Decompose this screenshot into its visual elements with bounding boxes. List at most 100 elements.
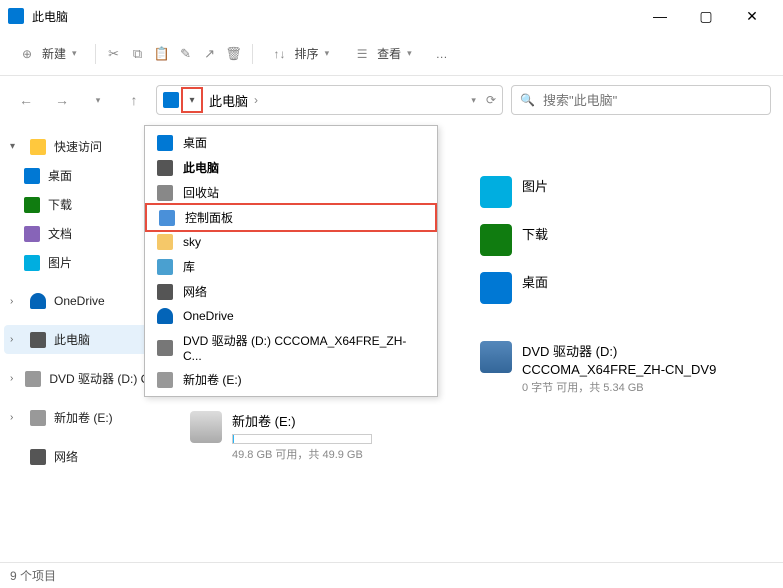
dropdown-item[interactable]: sky: [145, 230, 437, 254]
copy-icon[interactable]: ⧉: [128, 45, 148, 63]
dropdown-item[interactable]: 控制面板: [145, 203, 437, 232]
cut-icon[interactable]: ✂: [104, 45, 124, 63]
sidebar-label: 新加卷 (E:): [54, 409, 113, 426]
chevron-down-icon: ▾: [325, 48, 330, 59]
item-title: 图片: [522, 176, 548, 195]
cloud-icon: [30, 293, 46, 309]
search-box[interactable]: 🔍: [511, 85, 771, 115]
address-segment[interactable]: 此电脑: [209, 91, 248, 110]
sidebar-item-dvd[interactable]: › DVD 驱动器 (D:) CC: [4, 364, 166, 393]
dropdown-label: 新加卷 (E:): [183, 371, 242, 388]
dropdown-label: DVD 驱动器 (D:) CCCOMA_X64FRE_ZH-C...: [183, 332, 425, 363]
dropdown-item[interactable]: DVD 驱动器 (D:) CCCOMA_X64FRE_ZH-C...: [145, 328, 437, 367]
separator: [95, 44, 96, 64]
sidebar-label: 网络: [54, 448, 78, 465]
usage-bar: [232, 434, 372, 444]
back-button[interactable]: ←: [12, 86, 40, 114]
view-button[interactable]: ☰ 查看 ▾: [343, 39, 422, 69]
dropdown-item[interactable]: 网络: [145, 279, 437, 304]
forward-button[interactable]: →: [48, 86, 76, 114]
dropdown-label: sky: [183, 235, 201, 249]
monitor-icon: [157, 160, 173, 176]
chevron-right-icon: ›: [10, 412, 22, 423]
location-icon: [163, 92, 179, 108]
monitor-icon: [30, 332, 46, 348]
dropdown-label: 此电脑: [183, 159, 219, 176]
share-icon[interactable]: ↗: [200, 45, 220, 63]
item-title: 新加卷 (E:): [232, 411, 372, 430]
chevron-down-icon: ▾: [407, 48, 412, 59]
view-label: 查看: [377, 45, 401, 62]
folder-item-downloads[interactable]: 下载: [476, 220, 746, 260]
sidebar-item-new-volume[interactable]: › 新加卷 (E:): [4, 403, 166, 432]
disk-icon: [157, 372, 173, 388]
maximize-button[interactable]: ▢: [683, 0, 729, 32]
recent-dropdown[interactable]: ▾: [84, 86, 112, 114]
sort-icon: ↑↓: [271, 45, 289, 63]
address-dropdown-menu: 桌面此电脑回收站控制面板 sky 库网络 OneDrive DVD 驱动器 (D:) C…: [144, 125, 438, 397]
sidebar-item-quick-access[interactable]: ▾ 快速访问: [4, 132, 166, 161]
sidebar-label: 下载: [48, 196, 72, 213]
sidebar-item-documents[interactable]: 文档: [4, 219, 166, 248]
dropdown-label: 回收站: [183, 184, 219, 201]
network-icon: [30, 449, 46, 465]
sidebar-label: 图片: [48, 254, 72, 271]
drive-item-dvd[interactable]: DVD 驱动器 (D:) CCCOMA_X64FRE_ZH-CN_DV9 0 字…: [476, 337, 746, 399]
sidebar-item-desktop[interactable]: 桌面: [4, 161, 166, 190]
app-icon: [8, 8, 24, 24]
breadcrumb-sep[interactable]: ›: [254, 93, 258, 107]
drive-item-e[interactable]: 新加卷 (E:) 49.8 GB 可用，共 49.9 GB: [186, 407, 456, 466]
sidebar-label: 桌面: [48, 167, 72, 184]
disk-icon: [190, 411, 222, 443]
refresh-icon[interactable]: ⟳: [486, 93, 496, 107]
download-icon: [480, 224, 512, 256]
folder-item-desktop[interactable]: 桌面: [476, 268, 746, 308]
dropdown-label: 控制面板: [185, 209, 233, 226]
sidebar-item-pictures[interactable]: 图片: [4, 248, 166, 277]
navbar: ← → ▾ ↑ ▾ 此电脑 › ▾ ⟳ 🔍: [0, 76, 783, 124]
item-title: 桌面: [522, 272, 548, 291]
more-button[interactable]: …: [426, 41, 458, 67]
minimize-button[interactable]: —: [637, 0, 683, 32]
rename-icon[interactable]: ✎: [176, 45, 196, 63]
new-button[interactable]: ⊕ 新建 ▾: [8, 39, 87, 69]
chevron-down-icon: ▾: [10, 141, 22, 152]
star-icon: [30, 139, 46, 155]
dropdown-item[interactable]: 此电脑: [145, 155, 437, 180]
separator: [252, 44, 253, 64]
sidebar-item-onedrive[interactable]: › OneDrive: [4, 287, 166, 315]
paste-icon[interactable]: 📋: [152, 45, 172, 63]
sidebar-item-this-pc[interactable]: › 此电脑: [4, 325, 166, 354]
sidebar-item-network[interactable]: › 网络: [4, 442, 166, 471]
folder-item-pictures[interactable]: 图片: [476, 172, 746, 212]
chevron-down-icon[interactable]: ▾: [471, 95, 476, 106]
lib-icon: [157, 259, 173, 275]
dropdown-label: 网络: [183, 283, 207, 300]
blue-icon: [157, 135, 173, 151]
close-button[interactable]: ✕: [729, 0, 775, 32]
sort-button[interactable]: ↑↓ 排序 ▾: [261, 39, 340, 69]
dvd-icon: [157, 340, 173, 356]
dropdown-item[interactable]: 新加卷 (E:): [145, 367, 437, 392]
dvd-icon: [25, 371, 41, 387]
dropdown-item[interactable]: 回收站: [145, 180, 437, 205]
view-icon: ☰: [353, 45, 371, 63]
dropdown-item[interactable]: OneDrive: [145, 304, 437, 328]
sidebar-label: 文档: [48, 225, 72, 242]
dropdown-item[interactable]: 库: [145, 254, 437, 279]
address-bar[interactable]: ▾ 此电脑 › ▾ ⟳: [156, 85, 503, 115]
disk-icon: [30, 410, 46, 426]
delete-icon[interactable]: 🗑: [224, 45, 244, 63]
item-sub: 0 字节 可用，共 5.34 GB: [522, 379, 716, 395]
search-input[interactable]: [543, 93, 762, 108]
sidebar-item-downloads[interactable]: 下载: [4, 190, 166, 219]
toolbar: ⊕ 新建 ▾ ✂ ⧉ 📋 ✎ ↗ 🗑 ↑↓ 排序 ▾ ☰ 查看 ▾ …: [0, 32, 783, 76]
dropdown-item[interactable]: 桌面: [145, 130, 437, 155]
titlebar: 此电脑 — ▢ ✕: [0, 0, 783, 32]
chevron-right-icon: ›: [10, 296, 22, 307]
desktop-icon: [24, 168, 40, 184]
search-icon: 🔍: [520, 93, 535, 107]
cp-icon: [159, 210, 175, 226]
address-dropdown-button[interactable]: ▾: [181, 87, 203, 113]
up-button[interactable]: ↑: [120, 86, 148, 114]
